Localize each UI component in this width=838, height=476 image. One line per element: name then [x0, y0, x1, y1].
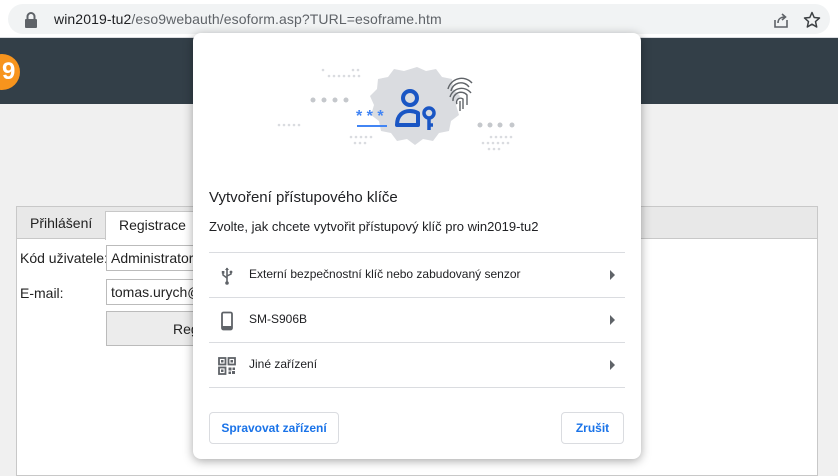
- chevron-right-icon: [610, 315, 615, 325]
- chevron-right-icon: [610, 360, 615, 370]
- user-code-label: Kód uživatele:: [20, 250, 108, 266]
- tab-registration[interactable]: Registrace: [105, 211, 195, 240]
- url-host: win2019-tu2: [54, 11, 132, 27]
- url-path: /eso9webauth/esoform.asp?TURL=esoframe.h…: [131, 11, 442, 27]
- tab-login[interactable]: Přihlášení: [30, 215, 92, 231]
- passkey-dialog: * * * Vytvoření přístupového klíče Zvolt…: [193, 33, 641, 459]
- manage-devices-button[interactable]: Spravovat zařízení: [209, 412, 339, 444]
- qr-code-icon: [218, 357, 236, 375]
- bookmark-star-icon[interactable]: [803, 11, 821, 29]
- phone-icon: [221, 311, 233, 331]
- lock-icon[interactable]: [24, 12, 38, 28]
- logo-text: 9: [2, 58, 16, 85]
- option-phone[interactable]: SM-S906B: [209, 297, 625, 342]
- passkey-illustration: * * *: [277, 67, 515, 151]
- cancel-button[interactable]: Zrušit: [561, 412, 624, 444]
- dialog-subtitle: Zvolte, jak chcete vytvořit přístupový k…: [209, 219, 539, 234]
- option-security-key[interactable]: Externí bezpečnostní klíč nebo zabudovan…: [209, 252, 625, 297]
- usb-icon: [221, 267, 233, 285]
- email-input[interactable]: tomas.urych@: [106, 279, 206, 305]
- svg-text:* * *: * * *: [356, 108, 384, 125]
- share-icon[interactable]: [772, 12, 790, 30]
- user-code-input[interactable]: Administrator: [106, 245, 206, 271]
- register-button[interactable]: Reg: [106, 311, 206, 346]
- url-text[interactable]: win2019-tu2/eso9webauth/esoform.asp?TURL…: [54, 11, 442, 27]
- email-label: E-mail:: [20, 285, 64, 301]
- option-label: Jiné zařízení: [249, 357, 318, 371]
- chevron-right-icon: [610, 270, 615, 280]
- option-other-device[interactable]: Jiné zařízení: [209, 342, 625, 388]
- address-bar[interactable]: win2019-tu2/eso9webauth/esoform.asp?TURL…: [8, 4, 830, 34]
- option-label: Externí bezpečnostní klíč nebo zabudovan…: [249, 267, 521, 281]
- option-label: SM-S906B: [249, 312, 308, 326]
- dialog-title: Vytvoření přístupového klíče: [209, 189, 398, 206]
